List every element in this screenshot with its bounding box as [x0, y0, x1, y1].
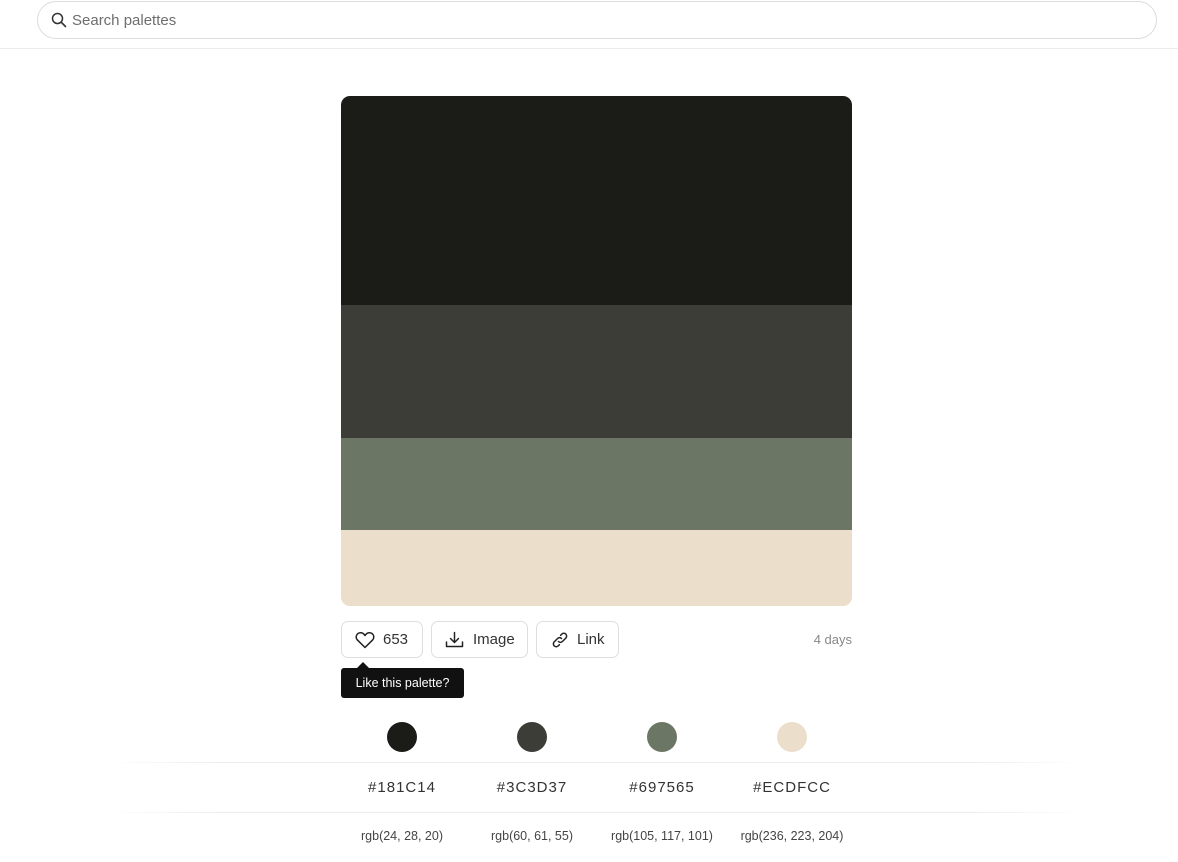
swatch-1[interactable]: [341, 96, 852, 305]
hex-code-4[interactable]: #ECDFCC: [727, 779, 857, 796]
search-box[interactable]: [37, 1, 1157, 39]
rgb-value-1[interactable]: rgb(24, 28, 20): [337, 829, 467, 843]
color-dot-2[interactable]: [517, 722, 547, 752]
palette-age: 4 days: [813, 632, 852, 647]
rgb-value-4[interactable]: rgb(236, 223, 204): [727, 829, 857, 843]
color-dot-4[interactable]: [777, 722, 807, 752]
image-label: Image: [473, 631, 515, 648]
hex-code-2[interactable]: #3C3D37: [467, 779, 597, 796]
rgb-value-3[interactable]: rgb(105, 117, 101): [597, 829, 727, 843]
hex-code-3[interactable]: #697565: [597, 779, 727, 796]
search-icon: [51, 12, 67, 28]
palette-preview[interactable]: [341, 96, 852, 606]
search-input[interactable]: [72, 2, 1142, 38]
copy-link-button[interactable]: Link: [536, 621, 619, 658]
swatch-2[interactable]: [341, 305, 852, 438]
download-icon: [445, 631, 464, 648]
download-image-button[interactable]: Image: [431, 621, 528, 658]
color-dot-3[interactable]: [647, 722, 677, 752]
heart-icon: [355, 631, 375, 649]
like-count: 653: [383, 631, 409, 648]
like-tooltip: Like this palette?: [341, 668, 464, 698]
top-bar: [0, 0, 1178, 49]
link-icon: [550, 631, 570, 649]
like-button[interactable]: 653: [341, 621, 423, 658]
divider: [105, 762, 1085, 763]
color-dot-1[interactable]: [387, 722, 417, 752]
swatch-3[interactable]: [341, 438, 852, 530]
swatch-4[interactable]: [341, 530, 852, 606]
rgb-value-2[interactable]: rgb(60, 61, 55): [467, 829, 597, 843]
divider: [105, 812, 1085, 813]
link-label: Link: [577, 631, 605, 648]
palette-actions: 653 Image Link 4 days: [341, 621, 852, 658]
hex-code-1[interactable]: #181C14: [337, 779, 467, 796]
